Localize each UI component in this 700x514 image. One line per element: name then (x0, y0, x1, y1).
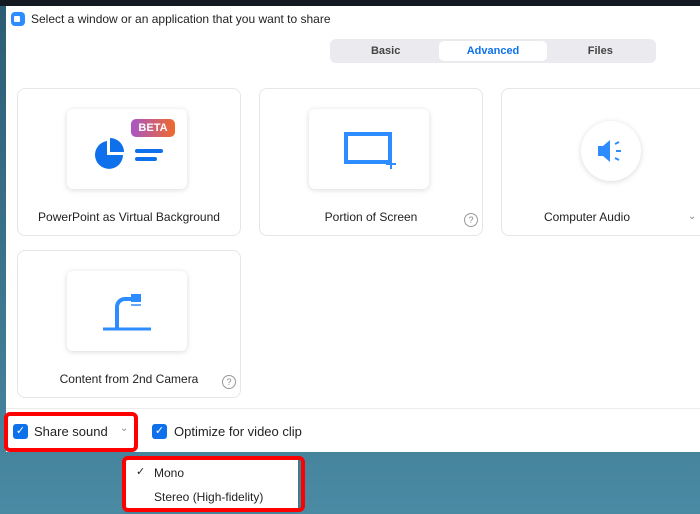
highlight-share-sound (4, 412, 138, 452)
title-bar: Select a window or an application that y… (11, 12, 331, 26)
help-icon[interactable]: ? (464, 213, 478, 227)
card-powerpoint-background[interactable]: BETA PowerPoint as Virtual Background (17, 88, 241, 236)
card-label: Computer Audio (543, 210, 630, 224)
tab-files[interactable]: Files (547, 41, 654, 61)
thumbnail: BETA (67, 109, 187, 189)
thumbnail (581, 121, 641, 181)
window-title: Select a window or an application that y… (31, 12, 331, 26)
card-label: Content from 2nd Camera (59, 372, 199, 386)
card-label: Portion of Screen (324, 210, 418, 224)
screen-portion-icon (344, 132, 396, 169)
beta-badge: BETA (131, 119, 175, 137)
optimize-video-checkbox[interactable]: ✓ (152, 424, 167, 439)
thumbnail (309, 109, 429, 189)
tab-basic[interactable]: Basic (332, 41, 439, 61)
card-second-camera[interactable]: Content from 2nd Camera ? (17, 250, 241, 398)
help-icon[interactable]: ? (222, 375, 236, 389)
share-window: Select a window or an application that y… (6, 6, 700, 452)
optimize-video-label[interactable]: Optimize for video clip (174, 424, 302, 439)
chevron-down-icon[interactable]: ⌄ (688, 211, 696, 222)
card-label: PowerPoint as Virtual Background (38, 210, 220, 224)
speaker-icon (598, 140, 621, 162)
document-camera-icon (103, 294, 151, 331)
highlight-sound-menu (122, 456, 305, 512)
pie-chart-icon (95, 138, 163, 169)
share-options: BETA PowerPoint as Virtual Background Po… (6, 76, 700, 408)
card-computer-audio[interactable]: Computer Audio ⌄ (501, 88, 700, 236)
card-portion-of-screen[interactable]: Portion of Screen ? (259, 88, 483, 236)
tab-bar: Basic Advanced Files (330, 39, 656, 63)
zoom-logo-icon (11, 12, 25, 26)
thumbnail (67, 271, 187, 351)
tab-advanced[interactable]: Advanced (439, 41, 547, 61)
